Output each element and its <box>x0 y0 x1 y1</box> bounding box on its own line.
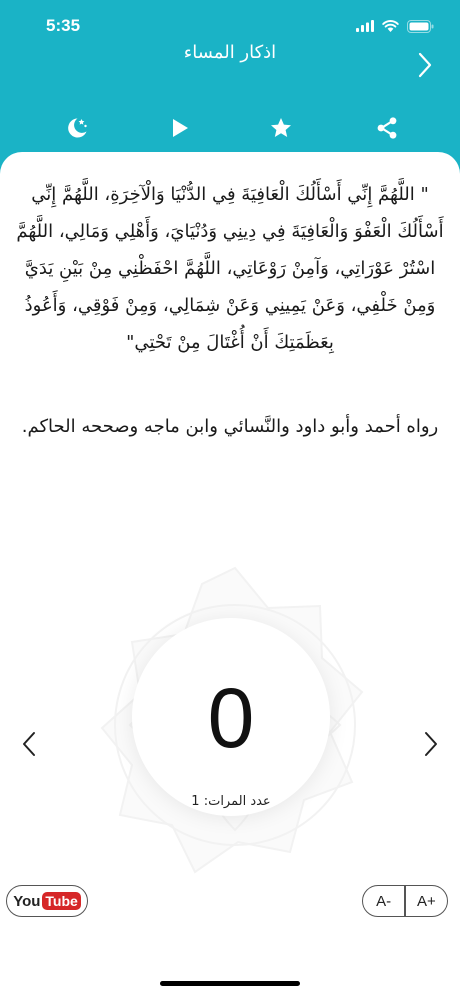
star-icon <box>271 118 291 137</box>
font-size-controls: A- A+ <box>362 885 448 917</box>
play-button[interactable] <box>163 113 197 143</box>
status-icons <box>356 16 434 36</box>
chevron-left-icon <box>23 732 35 756</box>
signal-icon <box>356 20 374 32</box>
favorite-button[interactable] <box>264 113 298 143</box>
dhikr-source: رواه أحمد وأبو داود والنَّسائي وابن ماجه… <box>21 416 439 437</box>
youtube-logo-badge: Tube <box>42 892 81 910</box>
repeat-count-label: عدد المرات: 1 <box>191 794 271 809</box>
night-mode-button[interactable] <box>60 113 94 143</box>
next-dhikr-button[interactable] <box>418 724 444 764</box>
previous-dhikr-button[interactable] <box>16 724 42 764</box>
page-title: اذكار المساء <box>183 42 277 63</box>
share-button[interactable] <box>370 113 404 143</box>
count-value: 0 <box>207 671 255 765</box>
font-increase-button[interactable]: A+ <box>406 886 447 916</box>
dhikr-text: " اللَّهُمَّ إِنِّي أَسْأَلُكَ الْعَافِي… <box>16 184 444 353</box>
battery-icon <box>407 19 434 33</box>
share-icon <box>377 117 397 139</box>
wifi-icon <box>382 20 399 32</box>
chevron-right-icon <box>425 732 437 756</box>
youtube-button[interactable]: You Tube <box>6 885 88 917</box>
chevron-right-icon <box>418 52 432 78</box>
play-icon <box>173 119 188 137</box>
back-button[interactable] <box>410 48 440 82</box>
status-time: 5:35 <box>46 16 81 35</box>
moon-stars-icon <box>68 118 87 138</box>
counter-button[interactable]: 0 عدد المرات: 1 <box>132 618 330 816</box>
font-decrease-button[interactable]: A- <box>363 886 404 916</box>
home-indicator <box>160 981 300 986</box>
youtube-logo-text: You <box>13 892 41 910</box>
